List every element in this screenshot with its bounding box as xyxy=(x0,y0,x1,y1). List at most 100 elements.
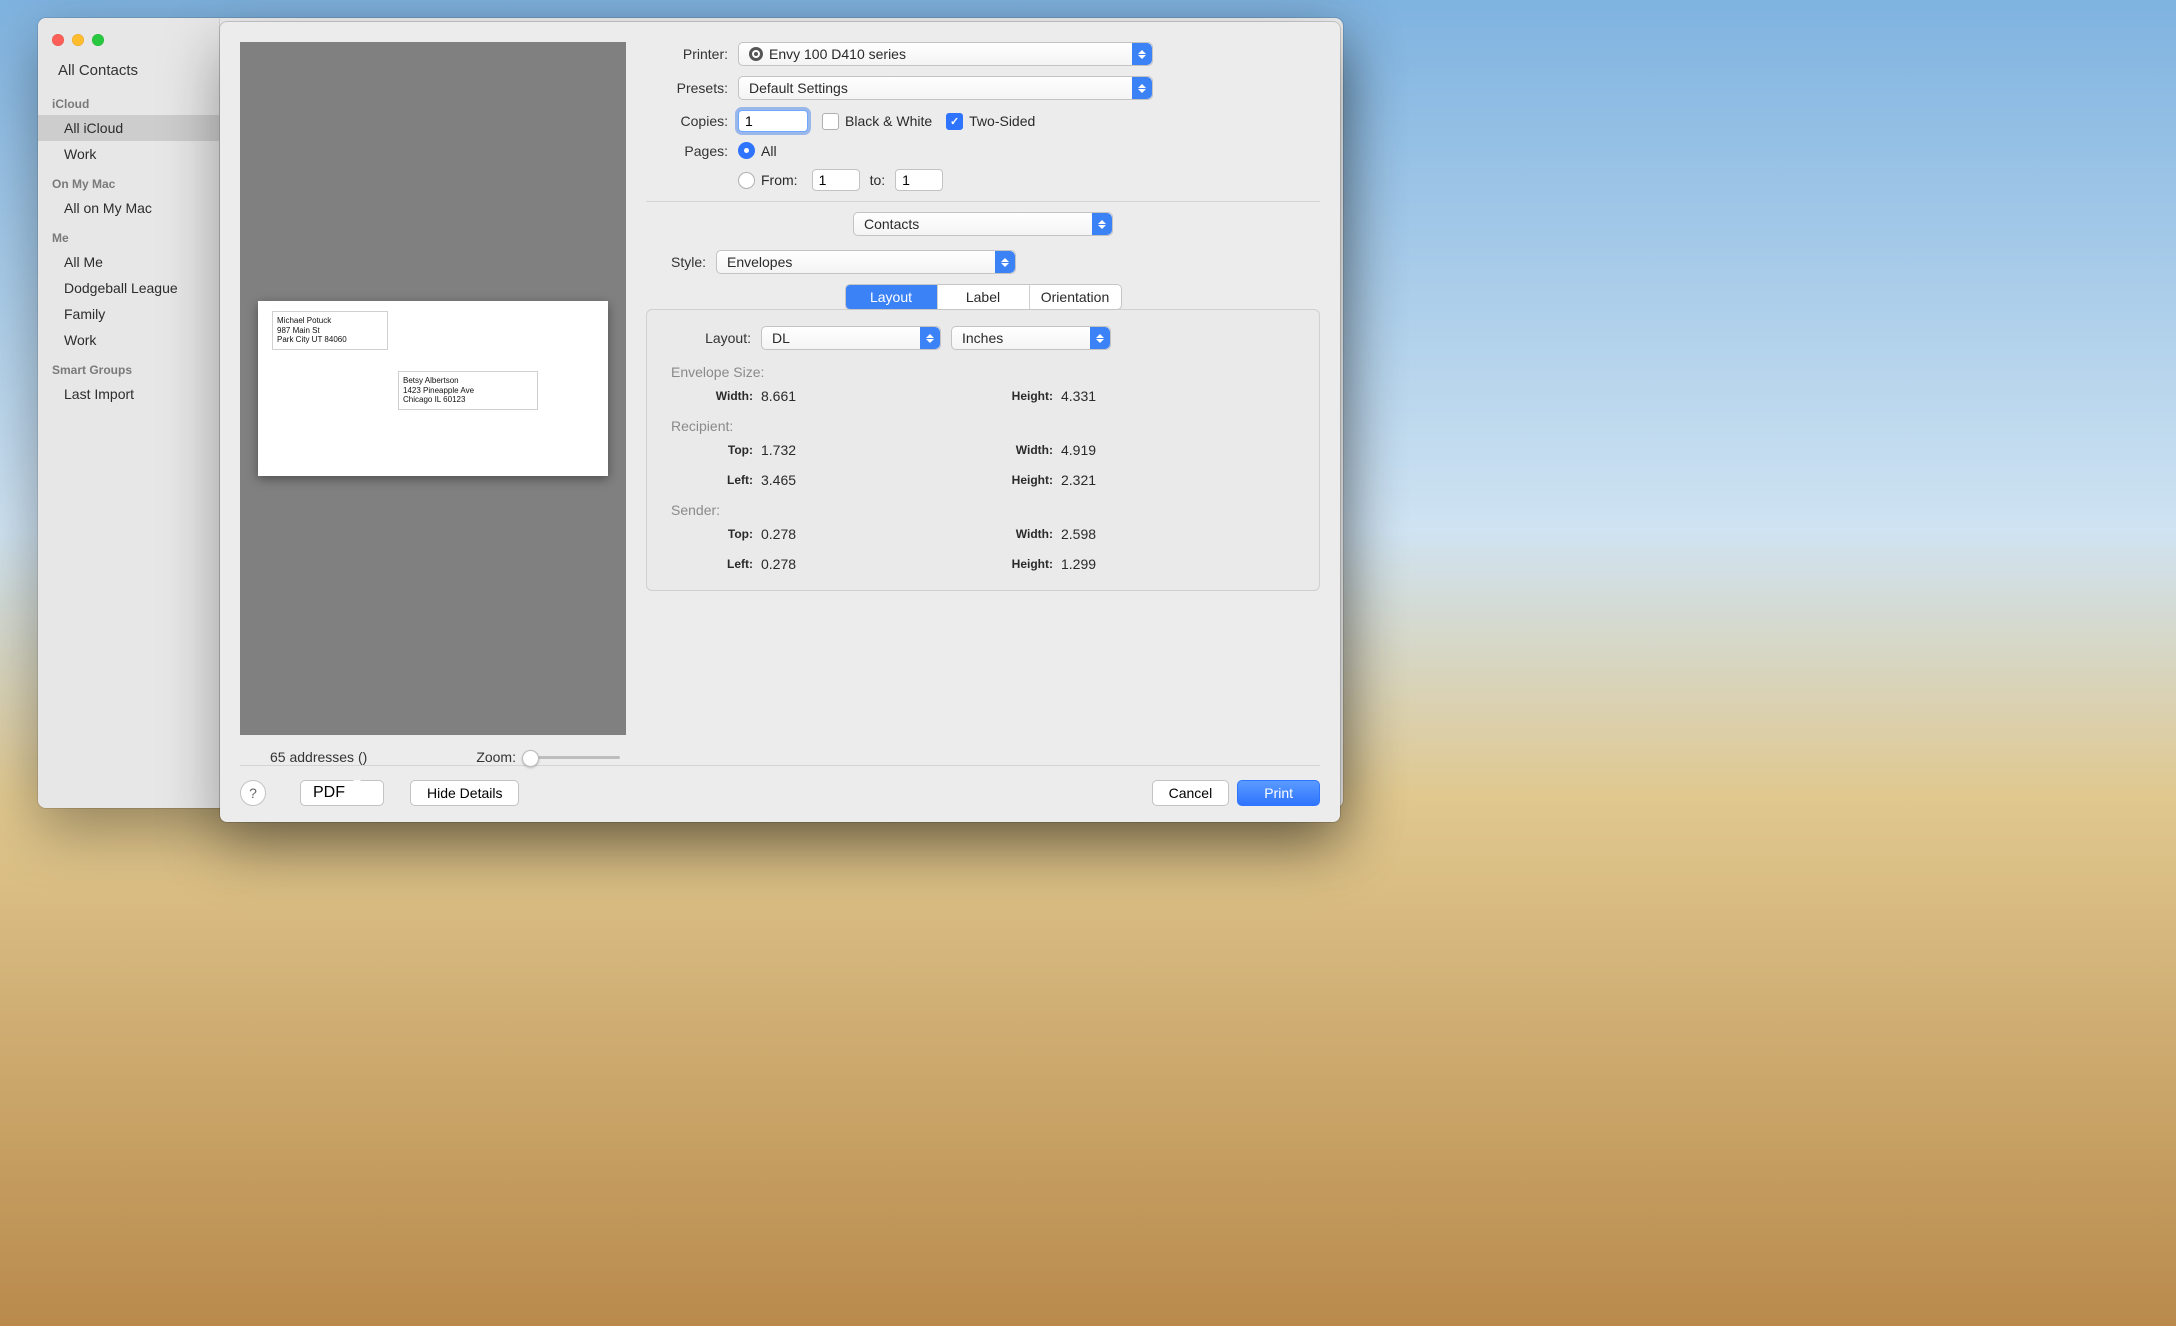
env-height-value: 4.331 xyxy=(1061,388,1141,404)
chevron-down-icon xyxy=(345,784,363,802)
printer-label: Printer: xyxy=(646,46,728,62)
tab-label[interactable]: Label xyxy=(938,285,1030,309)
sender-name: Michael Potuck xyxy=(277,316,347,326)
envelope-layout-select[interactable]: DL xyxy=(761,326,941,350)
sender-width-value: 2.598 xyxy=(1061,526,1141,542)
pages-from-label: From: xyxy=(761,172,798,188)
pages-range-radio[interactable] xyxy=(738,172,755,189)
pages-from-input[interactable] xyxy=(812,169,860,191)
envelope-preview: Michael Potuck 987 Main St Park City UT … xyxy=(258,301,608,476)
recipient-street: 1423 Pineapple Ave xyxy=(403,386,477,396)
app-options-select[interactable]: Contacts xyxy=(853,212,1113,236)
contacts-sidebar: All Contacts iCloud All iCloud Work On M… xyxy=(38,18,220,808)
sidebar-section-smart-groups: Smart Groups xyxy=(38,353,219,381)
style-select-value: Envelopes xyxy=(727,254,792,270)
presets-select[interactable]: Default Settings xyxy=(738,76,1153,100)
env-height-label: Height: xyxy=(971,389,1061,403)
printer-select[interactable]: Envy 100 D410 series xyxy=(738,42,1153,66)
presets-label: Presets: xyxy=(646,80,728,96)
updown-icon xyxy=(1132,77,1152,99)
close-button[interactable] xyxy=(52,34,64,46)
sidebar-item-all-me[interactable]: All Me xyxy=(38,249,219,275)
sender-left-value: 0.278 xyxy=(761,556,841,572)
pdf-menu-button[interactable]: PDF xyxy=(300,780,384,806)
divider xyxy=(646,201,1320,202)
recipient-width-label: Width: xyxy=(971,443,1061,457)
tab-layout[interactable]: Layout xyxy=(846,285,938,309)
units-select[interactable]: Inches xyxy=(951,326,1111,350)
sender-top-value: 0.278 xyxy=(761,526,841,542)
layout-label: Layout: xyxy=(671,330,751,346)
pages-to-input[interactable] xyxy=(895,169,943,191)
recipient-city: Chicago IL 60123 xyxy=(403,395,477,405)
recipient-left-value: 3.465 xyxy=(761,472,841,488)
print-dialog: Michael Potuck 987 Main St Park City UT … xyxy=(220,22,1340,822)
units-select-value: Inches xyxy=(962,330,1003,346)
zoom-label: Zoom: xyxy=(476,749,516,765)
recipient-heading: Recipient: xyxy=(671,418,1295,434)
print-preview-column: Michael Potuck 987 Main St Park City UT … xyxy=(240,42,626,765)
layout-tabs: Layout Label Orientation xyxy=(845,284,1122,310)
preview-count: 65 addresses () xyxy=(270,749,367,765)
envelope-sender[interactable]: Michael Potuck 987 Main St Park City UT … xyxy=(272,311,388,350)
envelope-layout-value: DL xyxy=(772,330,790,346)
sender-left-label: Left: xyxy=(671,557,761,571)
recipient-name: Betsy Albertson xyxy=(403,376,477,386)
window-controls xyxy=(38,24,219,46)
sidebar-item-family[interactable]: Family xyxy=(38,301,219,327)
sidebar-item-all-icloud[interactable]: All iCloud xyxy=(38,115,219,141)
recipient-top-label: Top: xyxy=(671,443,761,457)
env-width-value: 8.661 xyxy=(761,388,841,404)
zoom-slider[interactable] xyxy=(524,756,620,759)
sender-top-label: Top: xyxy=(671,527,761,541)
sidebar-item-all-on-my-mac[interactable]: All on My Mac xyxy=(38,195,219,221)
sender-city: Park City UT 84060 xyxy=(277,335,347,345)
pages-all-label: All xyxy=(761,143,777,159)
hide-details-button[interactable]: Hide Details xyxy=(410,780,519,806)
sidebar-item-last-import[interactable]: Last Import xyxy=(38,381,219,407)
updown-icon xyxy=(1092,213,1112,235)
sender-width-label: Width: xyxy=(971,527,1061,541)
sidebar-item-work-icloud[interactable]: Work xyxy=(38,141,219,167)
copies-input[interactable] xyxy=(738,110,808,132)
sidebar-all-contacts[interactable]: All Contacts xyxy=(38,46,219,87)
printer-select-value: Envy 100 D410 series xyxy=(769,46,906,62)
updown-icon xyxy=(920,327,940,349)
recipient-height-value: 2.321 xyxy=(1061,472,1141,488)
zoom-slider-thumb[interactable] xyxy=(522,750,539,767)
minimize-button[interactable] xyxy=(72,34,84,46)
two-sided-checkbox[interactable]: ✓ xyxy=(946,113,963,130)
zoom-button[interactable] xyxy=(92,34,104,46)
recipient-left-label: Left: xyxy=(671,473,761,487)
sidebar-section-onmymac: On My Mac xyxy=(38,167,219,195)
print-button[interactable]: Print xyxy=(1237,780,1320,806)
pages-to-label: to: xyxy=(870,172,886,188)
sender-heading: Sender: xyxy=(671,502,1295,518)
printer-status-icon xyxy=(749,47,763,61)
two-sided-label: Two-Sided xyxy=(969,113,1035,129)
pages-all-radio[interactable] xyxy=(738,142,755,159)
app-options-select-value: Contacts xyxy=(864,216,919,232)
sender-height-label: Height: xyxy=(971,557,1061,571)
black-white-checkbox[interactable] xyxy=(822,113,839,130)
pages-label: Pages: xyxy=(646,143,728,159)
pdf-menu-label: PDF xyxy=(313,784,345,802)
layout-pane: Layout: DL Inches Envelope Size: Width: xyxy=(646,309,1320,591)
sidebar-item-dodgeball-league[interactable]: Dodgeball League xyxy=(38,275,219,301)
sidebar-section-icloud: iCloud xyxy=(38,87,219,115)
updown-icon xyxy=(1132,43,1152,65)
sidebar-section-me: Me xyxy=(38,221,219,249)
sidebar-item-work-me[interactable]: Work xyxy=(38,327,219,353)
style-select[interactable]: Envelopes xyxy=(716,250,1016,274)
envelope-recipient[interactable]: Betsy Albertson 1423 Pineapple Ave Chica… xyxy=(398,371,538,410)
print-preview-stage: Michael Potuck 987 Main St Park City UT … xyxy=(240,42,626,735)
help-button[interactable]: ? xyxy=(240,780,266,806)
updown-icon xyxy=(1090,327,1110,349)
recipient-width-value: 4.919 xyxy=(1061,442,1141,458)
tab-orientation[interactable]: Orientation xyxy=(1030,285,1121,309)
copies-label: Copies: xyxy=(646,113,728,129)
print-options: Printer: Envy 100 D410 series Presets: D… xyxy=(646,42,1320,765)
cancel-button[interactable]: Cancel xyxy=(1152,780,1230,806)
envelope-size-heading: Envelope Size: xyxy=(671,364,1295,380)
recipient-height-label: Height: xyxy=(971,473,1061,487)
